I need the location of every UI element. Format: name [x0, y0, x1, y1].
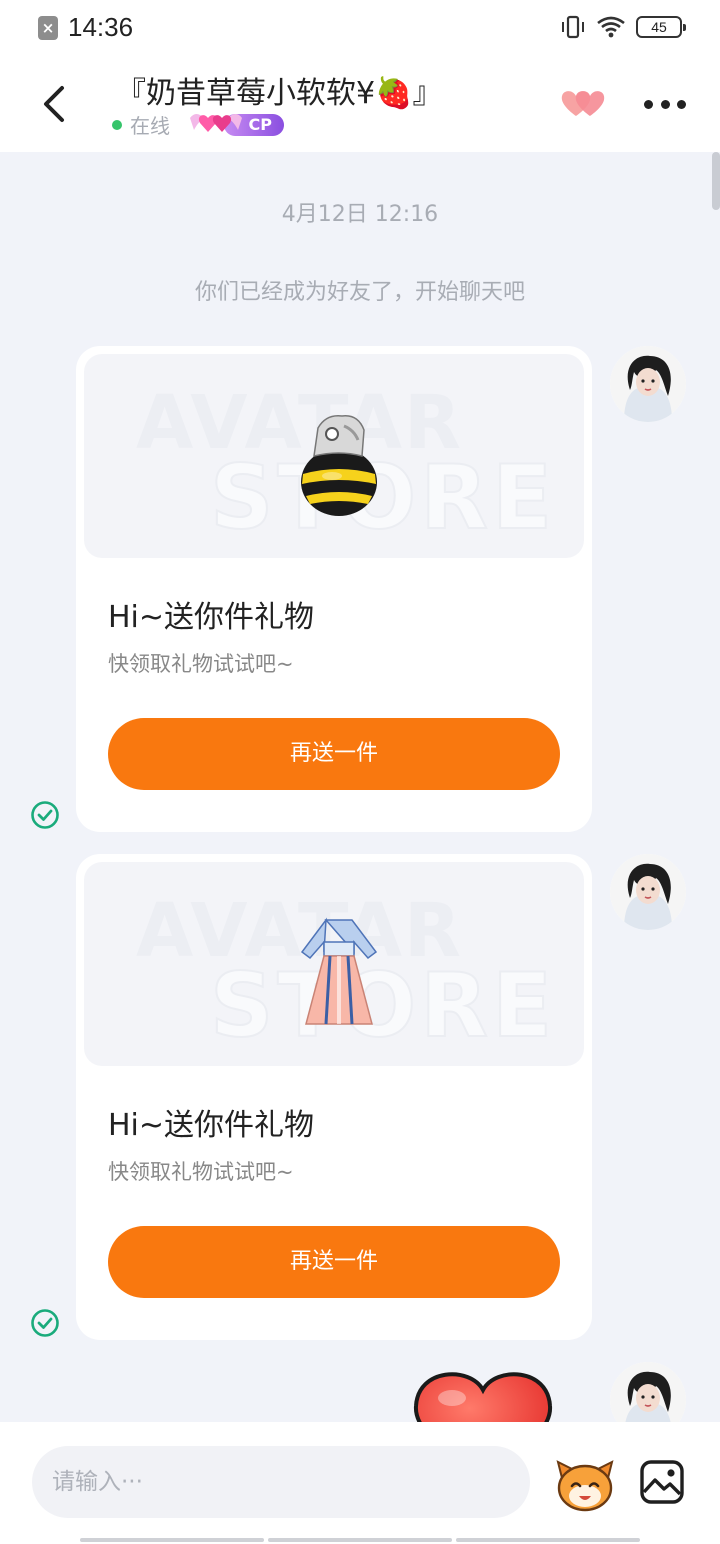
chat-header: 『奶昔草莓小软软¥🍓』 在线 CP: [0, 56, 720, 152]
back-button[interactable]: [36, 82, 76, 126]
gift-title: Hi~送你件礼物: [108, 1108, 315, 1143]
message-input[interactable]: [32, 1446, 530, 1518]
image-picker-button[interactable]: [638, 1458, 686, 1506]
intimacy-heart-button[interactable]: [558, 84, 610, 124]
avatar[interactable]: [610, 346, 686, 422]
status-time: 14:36: [68, 12, 134, 42]
hanfu-dress-item-icon: [300, 917, 378, 1025]
gift-subtitle: 快领取礼物试试吧~: [108, 652, 294, 676]
online-status: 在线: [130, 114, 170, 138]
gift-image[interactable]: AVATAR STORE: [84, 354, 584, 558]
cp-badge[interactable]: CP: [186, 112, 284, 138]
avatar[interactable]: [610, 854, 686, 930]
gift-title: Hi~送你件礼物: [108, 600, 315, 635]
contact-name[interactable]: 『奶昔草莓小软软¥🍓』: [116, 68, 442, 112]
dot-icon: [644, 99, 653, 109]
online-indicator: [112, 119, 122, 130]
system-message: 你们已经成为好友了，开始聊天吧: [194, 280, 525, 305]
avatar-image: [610, 1362, 686, 1422]
gesture-bar: [80, 1538, 640, 1542]
check-circle-icon: [31, 801, 59, 829]
notification-icon: ×: [38, 15, 58, 40]
gift-card[interactable]: AVATAR STORE Hi~送你件礼物 快领取礼物试试吧~ 再送一件: [76, 346, 592, 832]
gift-subtitle: 快领取礼物试试吧~: [108, 1160, 294, 1184]
heart-sticker-icon[interactable]: [410, 1362, 556, 1422]
message-timestamp: 4月12日 12:16: [281, 202, 439, 227]
input-bar: [0, 1422, 720, 1544]
send-another-button[interactable]: 再送一件: [108, 1226, 560, 1298]
dot-icon: [660, 99, 670, 109]
battery-icon: 45: [636, 16, 686, 38]
chat-area[interactable]: 4月12日 12:16 你们已经成为好友了，开始聊天吧 AVATAR STORE: [0, 152, 720, 1422]
bee-hat-item-icon: [301, 415, 377, 516]
avatar[interactable]: [610, 1362, 686, 1422]
gift-image[interactable]: AVATAR STORE: [84, 862, 584, 1066]
dot-icon: [677, 99, 686, 109]
status-bar: × 14:36 45: [0, 0, 720, 56]
avatar-image: [610, 346, 686, 422]
send-another-button[interactable]: 再送一件: [108, 718, 560, 790]
more-options-button[interactable]: [640, 84, 690, 124]
emoji-mascot-button[interactable]: [554, 1456, 616, 1514]
vibrate-icon: [562, 15, 584, 39]
winged-hearts-icon: [190, 113, 242, 132]
gift-card[interactable]: AVATAR STORE Hi~送你件礼物 快领取礼物试试吧~ 再送一件: [76, 854, 592, 1340]
check-circle-icon: [31, 1309, 59, 1337]
avatar-image: [610, 854, 686, 930]
wifi-icon: [597, 16, 625, 38]
